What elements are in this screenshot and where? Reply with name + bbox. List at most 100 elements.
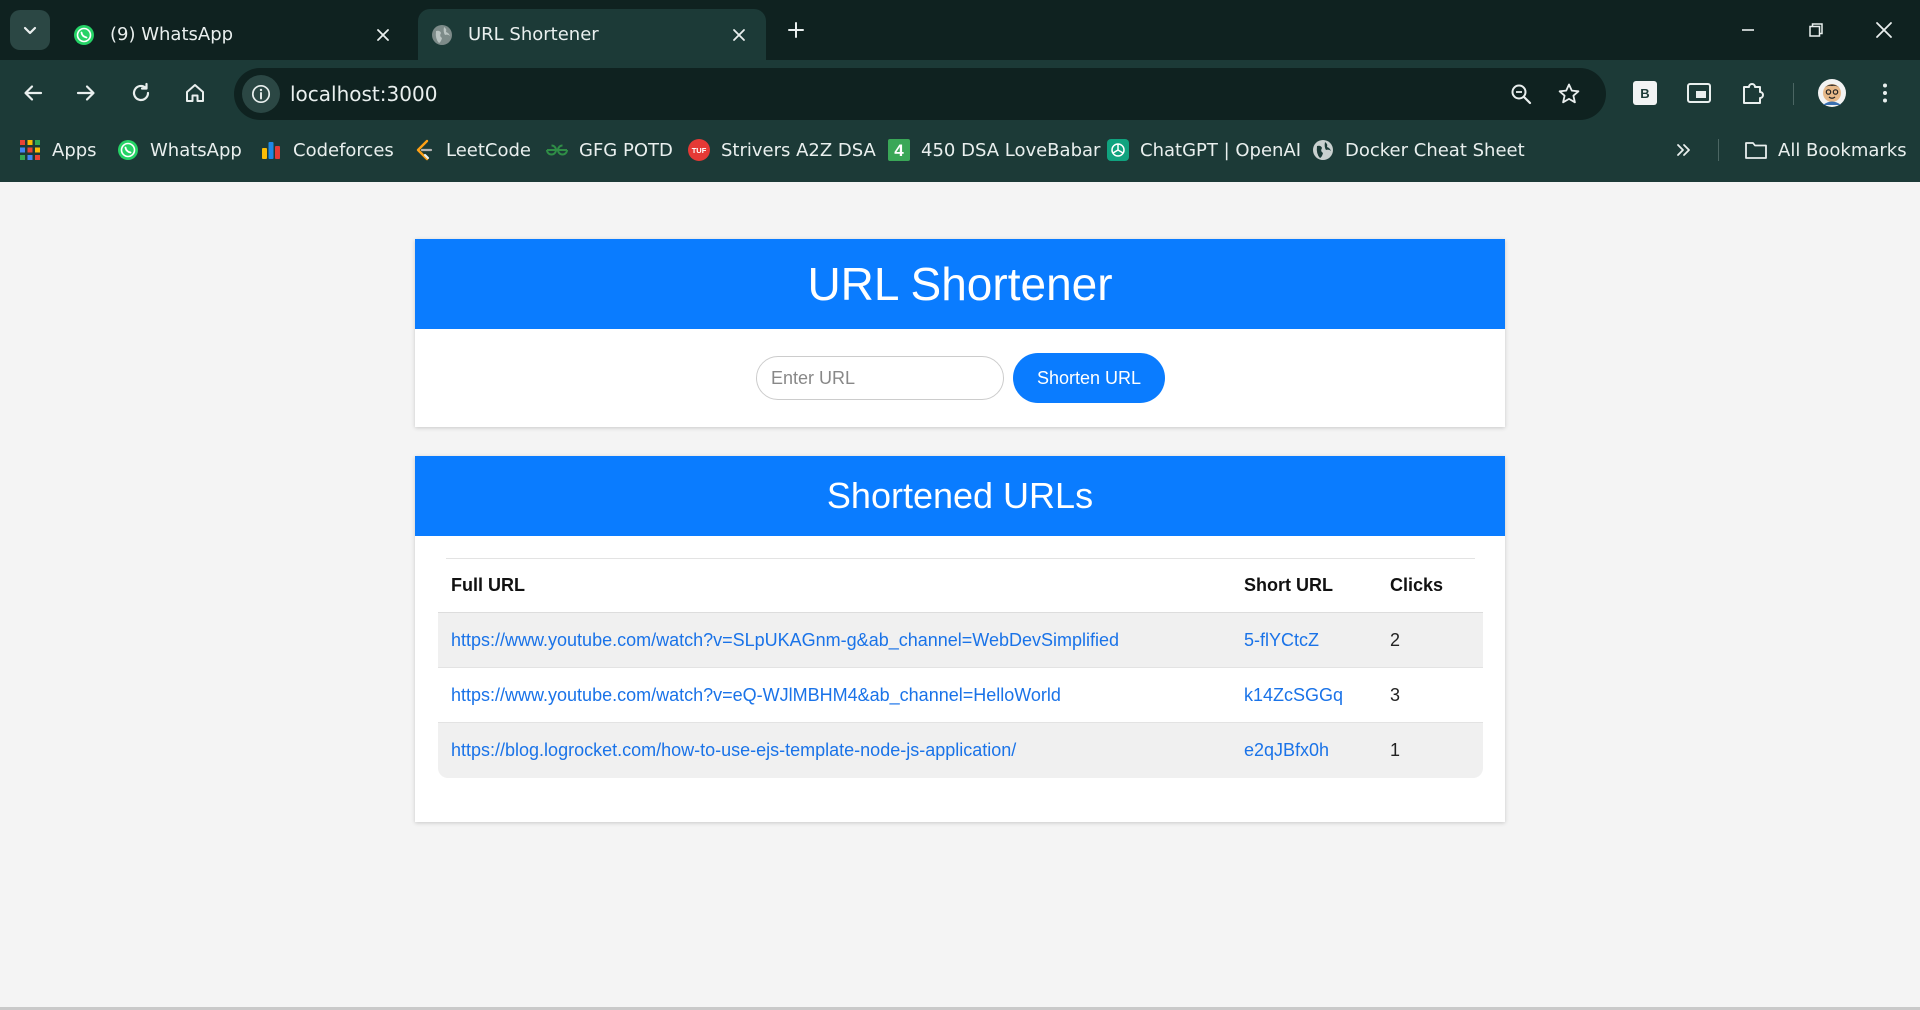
bookmark-whatsapp[interactable]: WhatsApp [116,134,242,166]
bookmark-label: Codeforces [293,139,394,161]
extension-b-button[interactable]: B [1628,76,1662,110]
globe-icon [1311,138,1335,162]
close-icon[interactable] [368,20,398,50]
reload-button[interactable] [123,75,159,111]
url-form: Shorten URL [415,329,1505,427]
home-button[interactable] [177,75,213,111]
puzzle-icon [1743,83,1764,104]
full-url-link[interactable]: https://www.youtube.com/watch?v=SLpUKAGn… [451,630,1119,650]
bookmark-leetcode[interactable]: LeetCode [412,134,531,166]
bookmark-label: ChatGPT | OpenAI [1140,139,1302,161]
close-icon[interactable] [724,20,754,50]
number-4-icon: 4 [887,138,911,162]
page-content: URL Shortener Shorten URL Shortened URLs… [0,182,1920,1010]
click-count: 1 [1390,740,1401,760]
star-icon[interactable] [1555,80,1583,108]
codeforces-icon [259,138,283,162]
bookmark-strivers[interactable]: TUF Strivers A2Z DSA [687,134,876,166]
back-button[interactable] [15,75,51,111]
whatsapp-icon [72,23,96,47]
bookmark-label: Docker Cheat Sheet [1345,139,1525,161]
menu-button[interactable] [1868,76,1902,110]
tab-strip: (9) WhatsApp URL Shortener [0,0,1920,60]
column-header-clicks: Clicks [1390,575,1444,595]
click-count: 2 [1390,629,1401,650]
bookmark-docker[interactable]: Docker Cheat Sheet [1311,134,1525,166]
restore-button[interactable] [1794,10,1838,50]
gfg-icon [545,138,569,162]
tab-title: URL Shortener [468,24,599,45]
bookmark-label: GFG POTD [579,139,673,161]
avatar-icon [1818,79,1846,107]
apps-grid-icon [18,138,42,162]
toolbar-divider [1793,83,1794,105]
short-url-link[interactable]: 5-flYCtcZ [1244,630,1319,650]
minimize-button[interactable] [1726,10,1770,50]
table-row: https://www.youtube.com/watch?v=eQ-WJlMB… [438,668,1483,723]
reload-icon [132,82,150,102]
tab-title: (9) WhatsApp [110,24,234,45]
address-bar[interactable]: localhost:3000 [234,68,1606,120]
new-tab-button[interactable] [780,14,812,46]
table-row: https://www.youtube.com/watch?v=SLpUKAGn… [438,613,1483,668]
shortened-urls-card: Shortened URLs Full URL Short URL Clicks… [415,456,1505,822]
bookmark-codeforces[interactable]: Codeforces [259,134,394,166]
bookmark-label: Strivers A2Z DSA [721,139,876,161]
url-input[interactable] [756,356,1004,400]
column-header-short-url: Short URL [1244,575,1333,595]
close-icon [1876,22,1892,38]
more-vert-icon [1883,83,1887,103]
bookmarks-overflow-button[interactable] [1672,134,1706,166]
close-window-button[interactable] [1862,10,1906,50]
bookmark-label: LeetCode [446,139,531,161]
bookmark-label: Apps [52,139,97,161]
profile-avatar[interactable] [1815,76,1849,110]
browser-chrome: (9) WhatsApp URL Shortener localhost:300… [0,0,1920,182]
bookmark-chatgpt[interactable]: ChatGPT | OpenAI [1106,134,1301,166]
full-url-link[interactable]: https://www.youtube.com/watch?v=eQ-WJlMB… [451,685,1061,705]
short-url-link[interactable]: k14ZcSGGq [1244,685,1343,705]
openai-icon [1106,138,1130,162]
zoom-icon[interactable] [1507,80,1535,108]
forward-button[interactable] [68,75,104,111]
address-url: localhost:3000 [290,82,438,106]
table-header-row: Full URL Short URL Clicks [438,559,1483,613]
plus-icon [788,22,804,38]
home-icon [186,84,204,102]
tab-whatsapp[interactable]: (9) WhatsApp [60,9,410,60]
svg-text:TUF: TUF [692,146,707,155]
table-row: https://blog.logrocket.com/how-to-use-ej… [438,723,1483,778]
full-url-link[interactable]: https://blog.logrocket.com/how-to-use-ej… [451,740,1016,760]
double-chevron-right-icon [1672,138,1696,162]
picture-in-picture-button[interactable] [1682,76,1716,110]
extensions-button[interactable] [1736,76,1770,110]
chevron-down-icon [23,26,37,35]
info-icon [251,84,271,104]
short-url-link[interactable]: e2qJBfx0h [1244,740,1329,760]
svg-text:4: 4 [894,141,904,160]
all-bookmarks-label: All Bookmarks [1778,139,1907,161]
tab-url-shortener[interactable]: URL Shortener [418,9,766,60]
all-bookmarks-button[interactable]: All Bookmarks [1744,134,1907,166]
bookmarks-divider [1718,139,1719,161]
shorten-url-button[interactable]: Shorten URL [1013,353,1165,403]
tuf-icon: TUF [687,138,711,162]
svg-text:B: B [1640,86,1649,101]
leetcode-icon [412,138,436,162]
b-extension-icon: B [1633,81,1657,105]
site-info-button[interactable] [242,75,280,113]
browser-toolbar: localhost:3000 B [0,60,1920,126]
urls-table: Full URL Short URL Clicks https://www.yo… [438,558,1483,778]
bookmark-apps[interactable]: Apps [18,134,97,166]
bookmark-gfg-potd[interactable]: GFG POTD [545,134,673,166]
bookmark-450-dsa[interactable]: 4 450 DSA LoveBabar [887,134,1100,166]
column-header-full-url: Full URL [451,575,525,595]
click-count: 3 [1390,684,1401,705]
minimize-icon [1742,29,1754,31]
section-title: Shortened URLs [415,456,1505,536]
globe-icon [430,23,454,47]
folder-icon [1744,138,1768,162]
bookmark-label: 450 DSA LoveBabar [921,139,1101,161]
restore-icon [1809,23,1823,37]
tab-search-button[interactable] [10,10,50,50]
